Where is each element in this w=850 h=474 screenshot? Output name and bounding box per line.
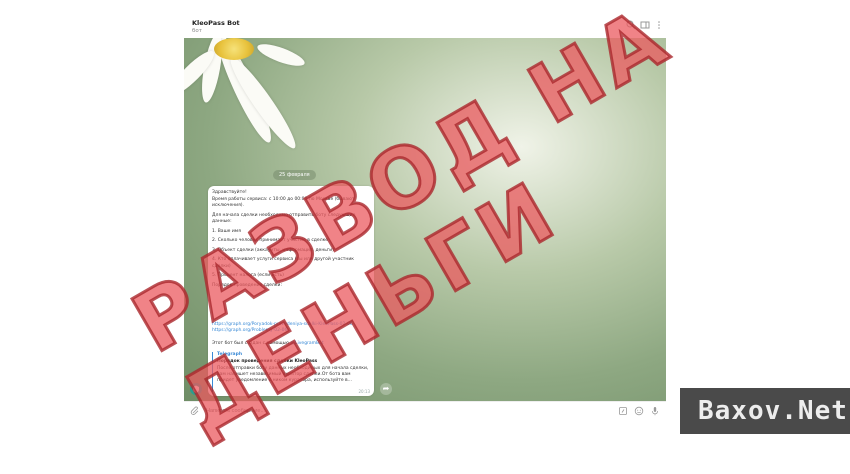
chat-subtitle: бот [192, 28, 202, 34]
emoji-icon[interactable] [634, 406, 644, 416]
bot-command-icon[interactable] [618, 406, 628, 416]
share-arrow-icon[interactable]: ➦ [380, 383, 392, 395]
message-time: 20:13 [358, 389, 370, 394]
microphone-icon[interactable] [650, 406, 660, 416]
daisy-center [214, 38, 254, 60]
watermark-text: Baxov.Net [698, 396, 848, 426]
chat-title[interactable]: KleoPass Bot [192, 19, 240, 27]
daisy-petal [255, 39, 307, 71]
watermark: Baxov.Net [680, 388, 850, 434]
